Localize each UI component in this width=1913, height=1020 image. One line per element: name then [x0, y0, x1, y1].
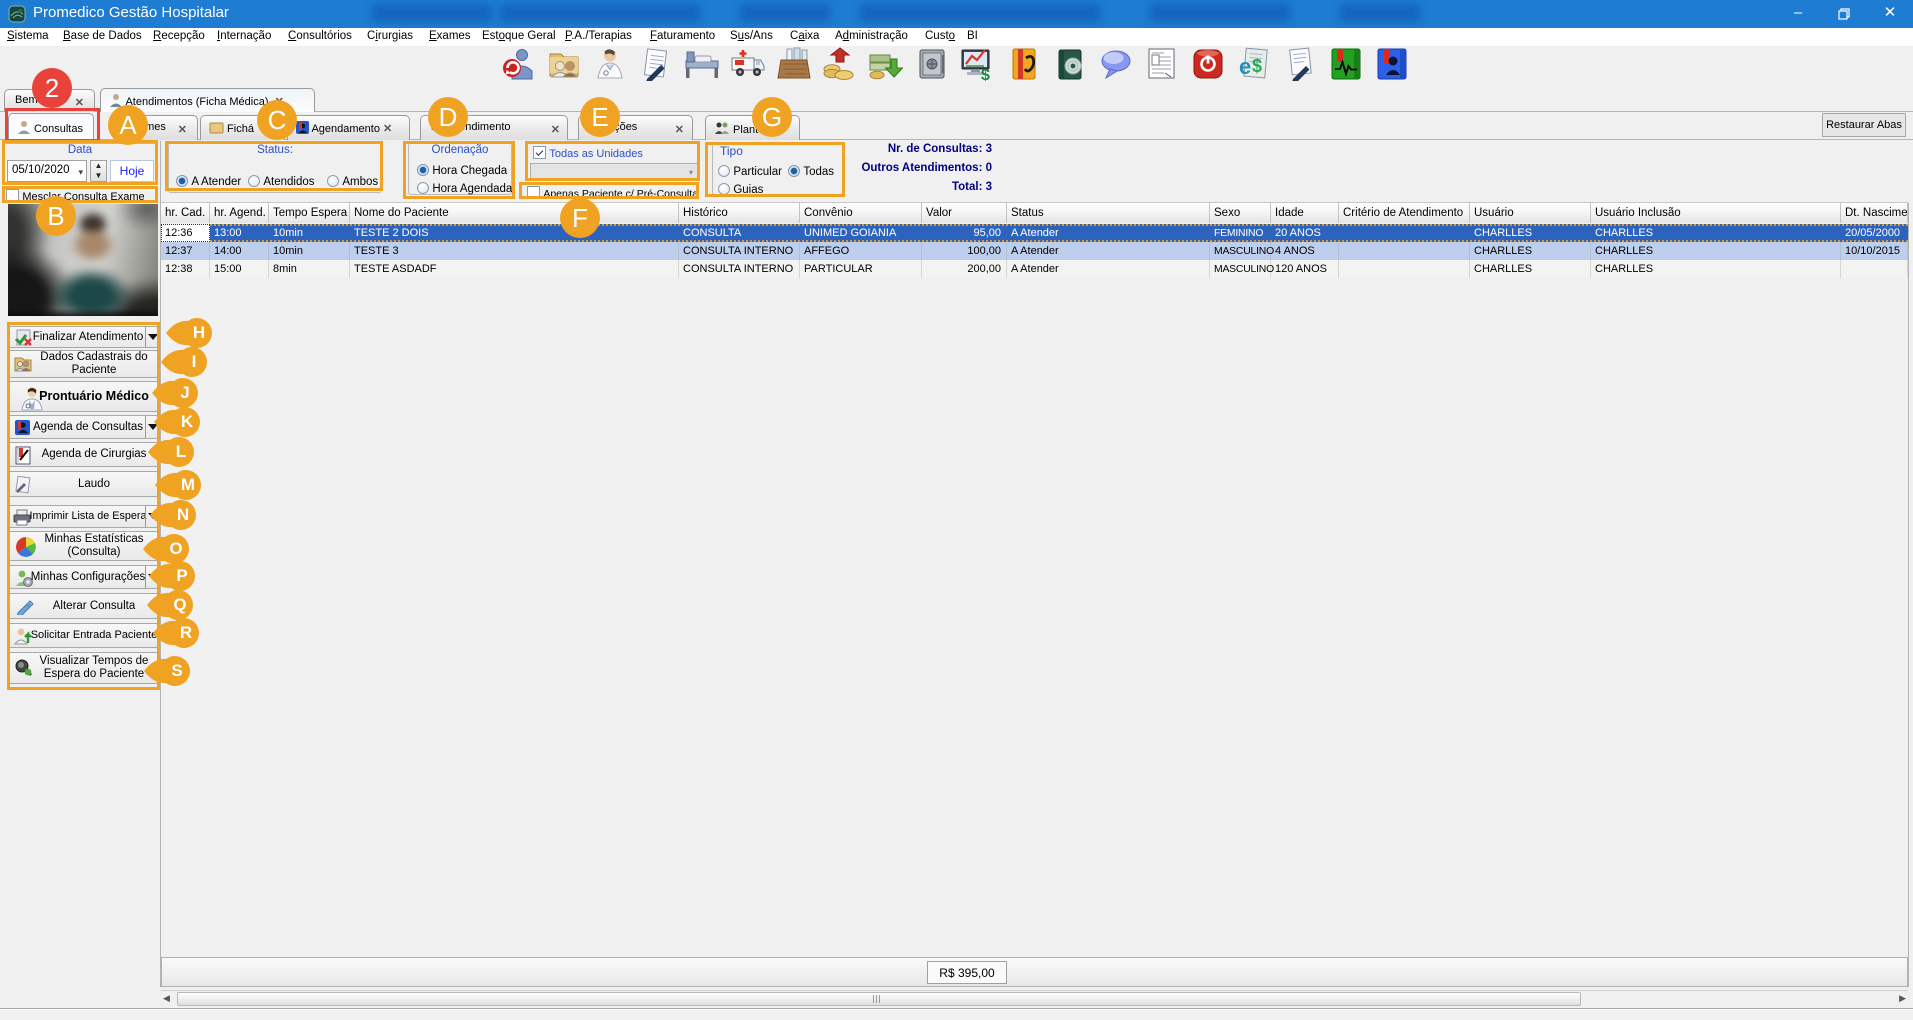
- svg-text:$: $: [981, 67, 990, 81]
- svg-text:e: e: [1239, 54, 1251, 79]
- svg-text:$: $: [1252, 56, 1262, 76]
